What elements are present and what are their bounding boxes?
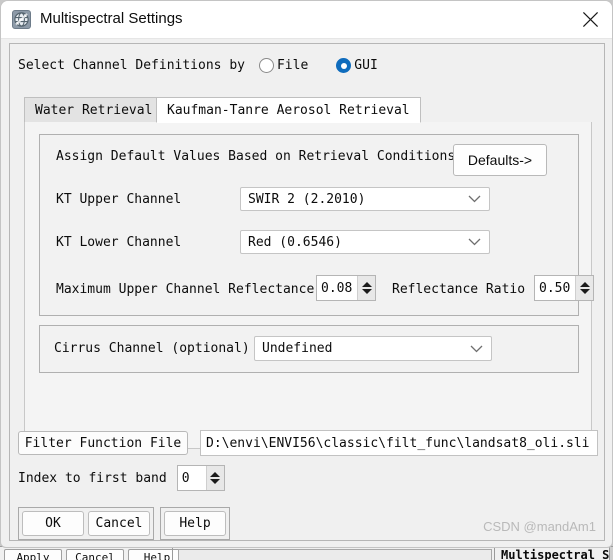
multispectral-settings-dialog: Multispectral Settings Select Channel De…: [0, 0, 613, 548]
dialog-button-bar: OK Cancel Help: [18, 507, 230, 540]
background-field[interactable]: [178, 549, 492, 560]
retrieval-tabstrip: Water Retrieval Kaufman-Tanre Aerosol Re…: [24, 97, 592, 123]
defaults-button[interactable]: Defaults->: [453, 144, 547, 176]
ok-button[interactable]: OK: [22, 511, 84, 536]
cirrus-channel-row: Cirrus Channel (optional): [54, 341, 250, 356]
radio-file-label: File: [276, 58, 309, 73]
radio-file-indicator: [258, 58, 274, 73]
aerosol-retrieval-tabpage: Assign Default Values Based on Retrieval…: [24, 122, 594, 449]
background-cancel-button[interactable]: Cancel: [66, 549, 124, 560]
background-window-title: Multispectral Settings: [501, 548, 613, 560]
reflectance-ratio-row: Reflectance Ratio: [392, 282, 525, 297]
filter-function-file-button-label: Filter Function File: [24, 435, 182, 451]
channel-definition-source-row: Select Channel Definitions by File GUI: [18, 58, 378, 73]
aerosol-settings-group: Assign Default Values Based on Retrieval…: [39, 134, 594, 316]
kt-lower-channel-label: KT Lower Channel: [56, 235, 182, 250]
satellite-globe-icon: [12, 10, 31, 29]
kt-upper-channel-row: KT Upper Channel: [56, 192, 181, 207]
filter-function-file-path[interactable]: D:\envi\ENVI56\classic\filt_func\landsat…: [200, 430, 598, 456]
screen: Apply Cancel Help Multispectral Settings…: [0, 0, 613, 560]
cancel-button[interactable]: Cancel: [88, 511, 150, 536]
stepper-arrows-icon[interactable]: [357, 276, 375, 300]
kt-lower-channel-row: KT Lower Channel: [56, 235, 181, 250]
help-button-label: Help: [179, 516, 211, 531]
defaults-description-label: Assign Default Values Based on Retrieval…: [56, 149, 456, 164]
kt-upper-channel-label: KT Upper Channel: [56, 192, 182, 207]
background-button-row: Apply Cancel Help: [4, 549, 186, 560]
tab-water-retrieval-label: Water Retrieval: [35, 102, 153, 118]
kt-lower-channel-dropdown[interactable]: Red (0.6546): [240, 230, 490, 254]
cirrus-channel-group: Cirrus Channel (optional) Undefined: [39, 325, 579, 373]
window-title: Multispectral Settings: [40, 10, 183, 27]
radio-gui-indicator: [336, 58, 352, 73]
defaults-button-label: Defaults->: [467, 152, 533, 168]
cirrus-channel-value: Undefined: [262, 341, 333, 356]
background-window: Apply Cancel Help Multispectral Settings: [0, 546, 613, 560]
kt-upper-channel-dropdown[interactable]: SWIR 2 (2.2010): [240, 187, 490, 211]
index-to-first-band-value: 0: [181, 470, 190, 486]
kt-upper-channel-value: SWIR 2 (2.2010): [248, 191, 366, 207]
chevron-down-icon: [468, 195, 481, 204]
reflectance-ratio-label: Reflectance Ratio: [392, 282, 526, 297]
reflectance-ratio-value: 0.50: [539, 280, 571, 296]
tab-kaufman-tanre-aerosol-retrieval-label: Kaufman-Tanre Aerosol Retrieval: [167, 102, 410, 118]
help-button[interactable]: Help: [164, 511, 226, 536]
max-upper-reflectance-stepper[interactable]: 0.08: [316, 275, 376, 301]
cirrus-channel-dropdown[interactable]: Undefined: [254, 336, 492, 361]
title-bar: Multispectral Settings: [1, 1, 612, 39]
radio-file[interactable]: File: [258, 58, 309, 73]
close-icon[interactable]: [568, 1, 612, 38]
max-upper-reflectance-label: Maximum Upper Channel Reflectance: [56, 282, 315, 297]
index-to-first-band-label: Index to first band: [18, 470, 167, 486]
index-to-first-band-stepper[interactable]: 0: [176, 465, 225, 491]
stepper-up-icon[interactable]: [579, 282, 590, 287]
defaults-row: Assign Default Values Based on Retrieval…: [56, 149, 455, 164]
index-to-first-band-row: Index to first band 0: [18, 465, 225, 491]
primary-button-group: OK Cancel: [18, 507, 154, 540]
stepper-arrows-icon[interactable]: [205, 466, 224, 490]
cirrus-channel-label: Cirrus Channel (optional): [54, 341, 250, 356]
stepper-down-icon[interactable]: [210, 479, 221, 484]
kt-lower-channel-value: Red (0.6546): [248, 234, 342, 250]
background-divider: [172, 547, 173, 560]
background-window-title-strip: Multispectral Settings: [494, 547, 613, 560]
stepper-arrows-icon[interactable]: [575, 276, 593, 300]
background-apply-button[interactable]: Apply: [4, 549, 62, 560]
help-button-group: Help: [160, 507, 230, 540]
chevron-down-icon: [470, 344, 483, 353]
cancel-button-label: Cancel: [95, 516, 143, 531]
stepper-up-icon[interactable]: [361, 282, 372, 287]
watermark: CSDN @mandAm1: [483, 519, 596, 534]
channel-definition-source-label: Select Channel Definitions by: [18, 58, 245, 73]
filter-function-file-row: Filter Function File D:\envi\ENVI56\clas…: [18, 430, 598, 456]
dialog-client-area: Select Channel Definitions by File GUI W…: [9, 43, 605, 541]
tab-water-retrieval[interactable]: Water Retrieval: [24, 97, 164, 123]
max-upper-reflectance-row: Maximum Upper Channel Reflectance: [56, 282, 314, 297]
reflectance-ratio-stepper[interactable]: 0.50: [534, 275, 594, 301]
radio-gui[interactable]: GUI: [336, 58, 378, 73]
background-window-right-edge: [609, 547, 613, 560]
ok-button-label: OK: [45, 516, 61, 531]
stepper-down-icon[interactable]: [579, 289, 590, 294]
chevron-down-icon: [468, 238, 481, 247]
tab-kaufman-tanre-aerosol-retrieval[interactable]: Kaufman-Tanre Aerosol Retrieval: [156, 97, 421, 123]
stepper-up-icon[interactable]: [210, 472, 221, 477]
stepper-down-icon[interactable]: [361, 289, 372, 294]
max-upper-reflectance-value: 0.08: [321, 280, 353, 296]
filter-function-file-button[interactable]: Filter Function File: [18, 431, 188, 455]
radio-gui-label: GUI: [354, 58, 378, 73]
